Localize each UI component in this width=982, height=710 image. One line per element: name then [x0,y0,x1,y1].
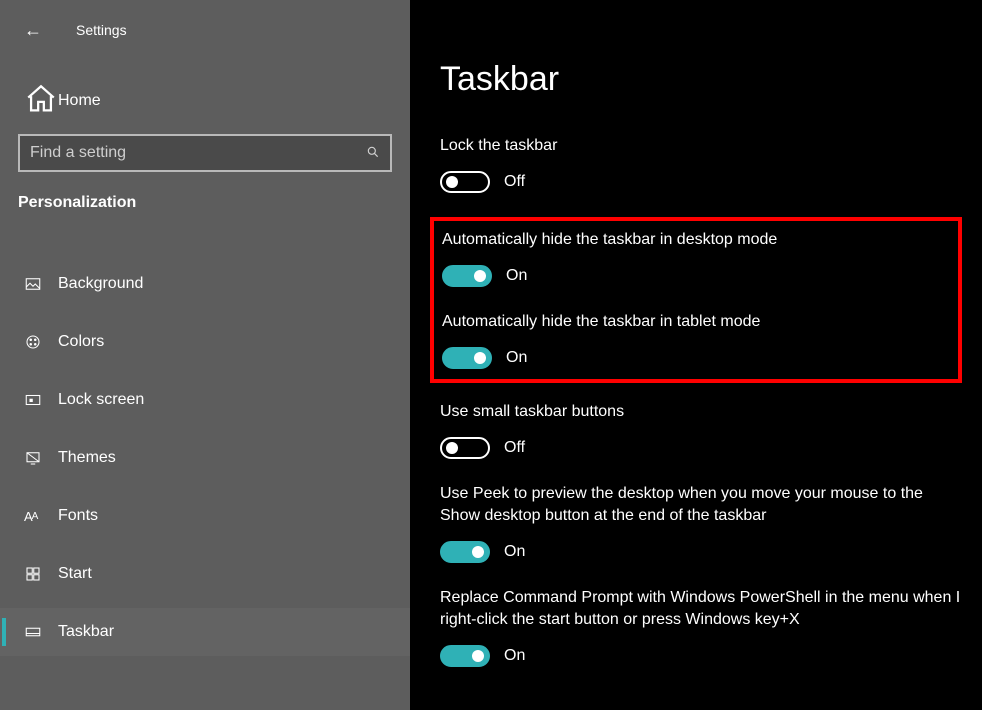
nav-label: Background [58,275,143,293]
nav-label: Lock screen [58,391,144,409]
toggle-powershell[interactable] [440,645,490,667]
home-link[interactable]: Home [0,78,410,124]
setting-label: Replace Command Prompt with Windows Powe… [440,587,962,631]
sidebar-item-fonts[interactable]: AA Fonts [0,492,410,540]
nav-label: Colors [58,333,104,351]
toggle-peek[interactable] [440,541,490,563]
sidebar-item-lock-screen[interactable]: Lock screen [0,376,410,424]
category-heading: Personalization [18,194,410,212]
setting-label: Use Peek to preview the desktop when you… [440,483,962,527]
sidebar-item-start[interactable]: Start [0,550,410,598]
toggle-state: On [504,543,525,561]
setting-small-buttons: Use small taskbar buttons Off [440,401,962,459]
fonts-icon: AA [24,509,58,524]
toggle-state: Off [504,173,525,191]
setting-label: Automatically hide the taskbar in deskto… [442,229,950,251]
home-icon [24,82,58,121]
setting-peek: Use Peek to preview the desktop when you… [440,483,962,563]
palette-icon [24,333,58,351]
search-icon [366,145,380,162]
toggle-state: On [506,267,527,285]
toggle-state: On [504,647,525,665]
back-button[interactable]: ← [24,20,56,41]
sidebar-item-background[interactable]: Background [0,260,410,308]
themes-icon [24,449,58,467]
picture-icon [24,275,58,293]
sidebar: ← Settings Home Personalization Backgrou… [0,0,410,710]
highlight-box: Automatically hide the taskbar in deskto… [430,217,962,383]
sidebar-item-colors[interactable]: Colors [0,318,410,366]
toggle-lock-taskbar[interactable] [440,171,490,193]
toggle-state: On [506,349,527,367]
setting-powershell: Replace Command Prompt with Windows Powe… [440,587,962,667]
setting-label: Use small taskbar buttons [440,401,962,423]
toggle-small-buttons[interactable] [440,437,490,459]
toggle-hide-tablet[interactable] [442,347,492,369]
start-icon [24,565,58,583]
setting-hide-desktop: Automatically hide the taskbar in deskto… [442,229,950,287]
home-label: Home [58,92,101,110]
nav-label: Taskbar [58,623,114,641]
nav-list: Background Colors Lock screen Themes AA … [0,260,410,656]
setting-label: Lock the taskbar [440,135,962,157]
taskbar-icon [24,623,58,641]
setting-hide-tablet: Automatically hide the taskbar in tablet… [442,311,950,369]
nav-label: Themes [58,449,116,467]
search-input[interactable] [30,144,366,162]
nav-label: Fonts [58,507,98,525]
search-box[interactable] [18,134,392,172]
sidebar-item-themes[interactable]: Themes [0,434,410,482]
page-heading: Taskbar [440,60,962,99]
app-title: Settings [76,22,127,38]
title-bar: ← Settings [0,10,410,50]
main-panel: Taskbar Lock the taskbar Off Automatical… [410,0,982,710]
setting-label: Automatically hide the taskbar in tablet… [442,311,950,333]
sidebar-item-taskbar[interactable]: Taskbar [0,608,410,656]
setting-lock-taskbar: Lock the taskbar Off [440,135,962,193]
lock-screen-icon [24,391,58,409]
toggle-hide-desktop[interactable] [442,265,492,287]
toggle-state: Off [504,439,525,457]
nav-label: Start [58,565,92,583]
